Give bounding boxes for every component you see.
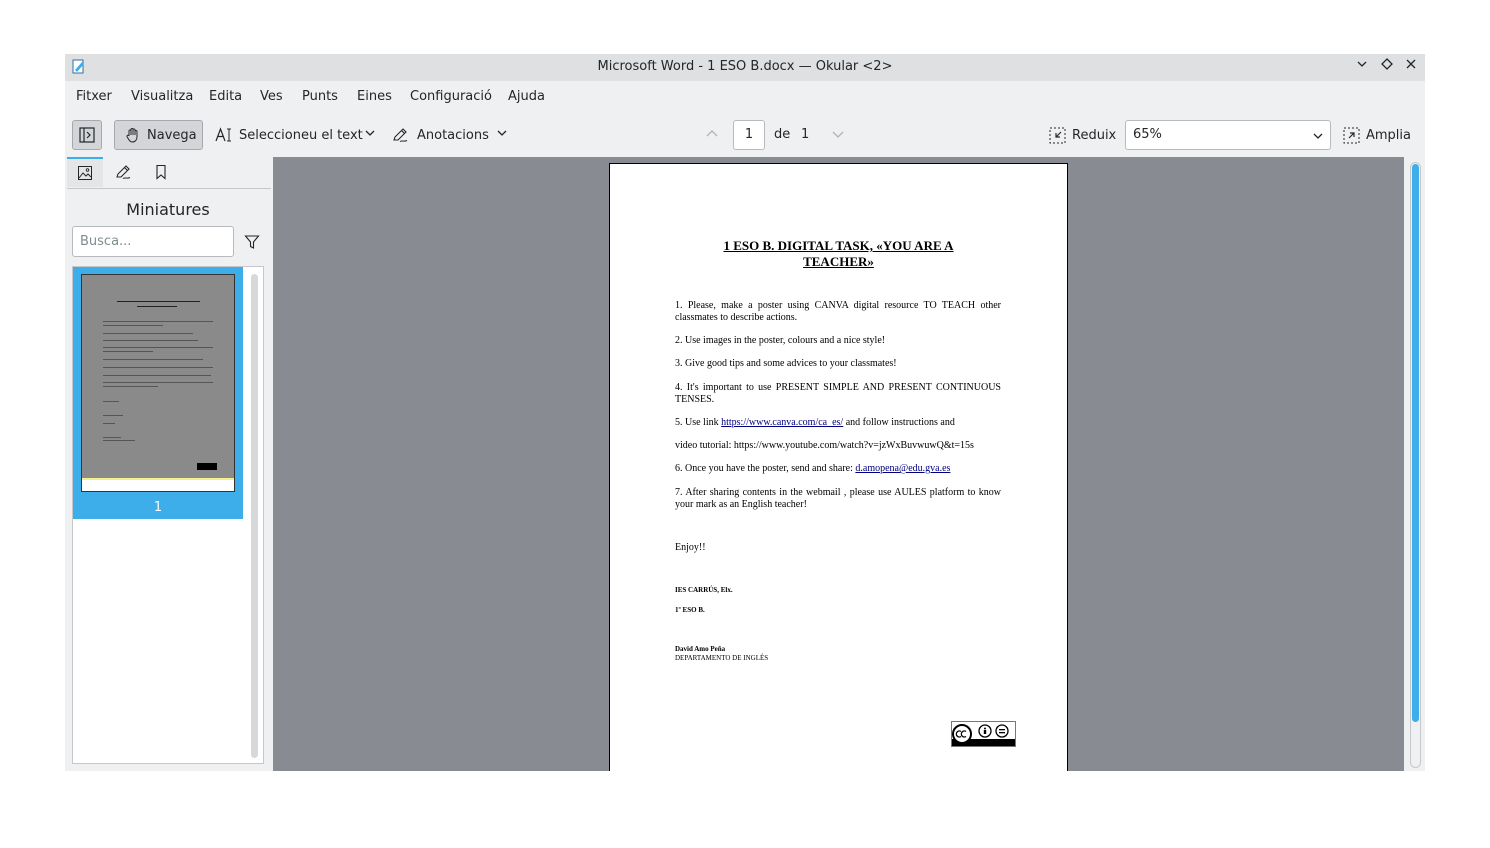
annotations-button[interactable]: Anotacions	[392, 127, 489, 143]
sidebar-title: Miniatures	[126, 200, 210, 219]
menu-eines[interactable]: Eines	[357, 89, 392, 104]
sidebar-toggle-button[interactable]	[72, 120, 102, 150]
thumbnail-page-preview	[81, 274, 235, 492]
document-viewer[interactable]: 1 ESO B. DIGITAL TASK, «YOU ARE A TEACHE…	[273, 157, 1404, 771]
sidebar: Miniatures Busca... 1	[65, 157, 271, 771]
page-total: 1	[801, 127, 810, 142]
minimize-icon[interactable]	[1353, 58, 1371, 76]
okular-window: Microsoft Word - 1 ESO B.docx — Okular <…	[65, 54, 1425, 771]
filter-icon[interactable]	[244, 234, 260, 250]
menu-punts[interactable]: Punts	[302, 89, 338, 104]
tab-thumbnails[interactable]	[67, 157, 103, 187]
menu-edita[interactable]: Edita	[209, 89, 242, 104]
chevron-down-icon	[365, 130, 375, 136]
window-title: Microsoft Word - 1 ESO B.docx — Okular <…	[597, 59, 893, 74]
zoom-in-icon	[1343, 127, 1360, 144]
title-bar[interactable]: Microsoft Word - 1 ESO B.docx — Okular <…	[65, 54, 1425, 81]
zoom-value: 65%	[1133, 127, 1162, 142]
zoom-in-button[interactable]: Amplia	[1343, 127, 1411, 144]
zoom-in-label: Amplia	[1366, 128, 1411, 143]
zoom-out-icon	[1049, 127, 1066, 144]
zoom-out-button[interactable]: Reduix	[1049, 127, 1116, 144]
text-select-icon	[215, 127, 231, 142]
thumbnails-icon	[78, 166, 92, 180]
menu-ves[interactable]: Ves	[260, 89, 283, 104]
next-page-button[interactable]	[831, 127, 845, 141]
previous-page-button[interactable]	[705, 127, 719, 141]
document-title: 1 ESO B. DIGITAL TASK, «YOU ARE A TEACHE…	[723, 238, 954, 269]
document-enjoy: Enjoy!!	[675, 542, 706, 553]
hand-icon	[126, 128, 138, 143]
chevron-down-icon	[832, 131, 844, 138]
tab-annotations[interactable]	[105, 157, 141, 187]
cc-by-nd-icon	[951, 721, 1016, 747]
menu-ajuda[interactable]: Ajuda	[508, 89, 545, 104]
annotations-icon	[115, 165, 130, 179]
browse-tool-label: Navega	[147, 127, 197, 143]
bookmarks-icon	[156, 164, 166, 180]
thumbnail-item-selected[interactable]: 1	[73, 267, 243, 519]
chevron-down-icon	[497, 130, 507, 136]
main-toolbar: Navega Seleccioneu el text Anotacions 1	[65, 113, 1425, 157]
menu-bar: Fitxer Visualitza Edita Ves Punts Eines …	[65, 81, 1425, 113]
maximize-icon[interactable]	[1378, 58, 1396, 76]
chevron-down-icon	[1313, 133, 1323, 139]
document-item-1: 1. Please, make a poster using CANVA dig…	[675, 300, 1001, 323]
menu-configuracio[interactable]: Configuració	[410, 89, 492, 104]
page-number-input[interactable]: 1	[733, 120, 765, 150]
zoom-select[interactable]: 65%	[1125, 120, 1331, 150]
menu-visualitza[interactable]: Visualitza	[131, 89, 193, 104]
sidebar-tabs	[67, 157, 271, 189]
thumbnail-scrollbar[interactable]	[251, 274, 258, 758]
annotations-label: Anotacions	[417, 127, 489, 143]
annotations-dropdown[interactable]	[496, 127, 508, 139]
item5-suffix: and follow instructions and	[843, 417, 955, 428]
thumbnail-search-input[interactable]: Busca...	[72, 226, 234, 257]
document-school: IES CARRÚS, Elx.	[675, 586, 733, 594]
chevron-up-icon	[706, 130, 718, 137]
thumbnail-page-number: 1	[153, 500, 163, 515]
item6-prefix: 6. Once you have the poster, send and sh…	[675, 463, 856, 474]
document-item-7: 7. After sharing contents in the webmail…	[675, 487, 1001, 510]
document-item-5: 5. Use link https://www.canva.com/ca_es/…	[675, 417, 1001, 429]
pen-icon	[393, 128, 408, 142]
email-link[interactable]: d.amopena@edu.gva.es	[855, 463, 950, 474]
thumbnail-list[interactable]: 1	[72, 266, 264, 764]
zoom-out-label: Reduix	[1072, 128, 1117, 143]
document-group: 1º ESO B.	[675, 606, 705, 614]
document-page: 1 ESO B. DIGITAL TASK, «YOU ARE A TEACHE…	[609, 163, 1068, 771]
menu-fitxer[interactable]: Fitxer	[76, 89, 112, 104]
document-department: DEPARTAMENTO DE INGLÉS	[675, 654, 769, 662]
document-item-3: 3. Give good tips and some advices to yo…	[675, 358, 897, 369]
text-select-dropdown[interactable]	[364, 127, 376, 139]
browse-tool-button[interactable]: Navega	[114, 120, 203, 150]
item5-prefix: 5. Use link	[675, 417, 722, 428]
close-icon[interactable]	[1402, 58, 1420, 76]
text-select-label: Seleccioneu el text	[239, 127, 363, 143]
document-scrollbar-thumb[interactable]	[1412, 164, 1419, 722]
document-item-6: 6. Once you have the poster, send and sh…	[675, 463, 1001, 475]
document-item-2: 2. Use images in the poster, colours and…	[675, 335, 886, 346]
text-select-tool-button[interactable]: Seleccioneu el text	[215, 127, 363, 143]
page-of-label: de	[774, 127, 791, 142]
sidebar-toggle-icon	[79, 127, 95, 143]
document-item-4: 4. It's important to use PRESENT SIMPLE …	[675, 382, 1001, 405]
document-video-line: video tutorial: https://www.youtube.com/…	[675, 440, 974, 451]
canva-link[interactable]: https://www.canva.com/ca_es/	[721, 417, 843, 428]
tab-bookmarks[interactable]	[143, 157, 179, 187]
